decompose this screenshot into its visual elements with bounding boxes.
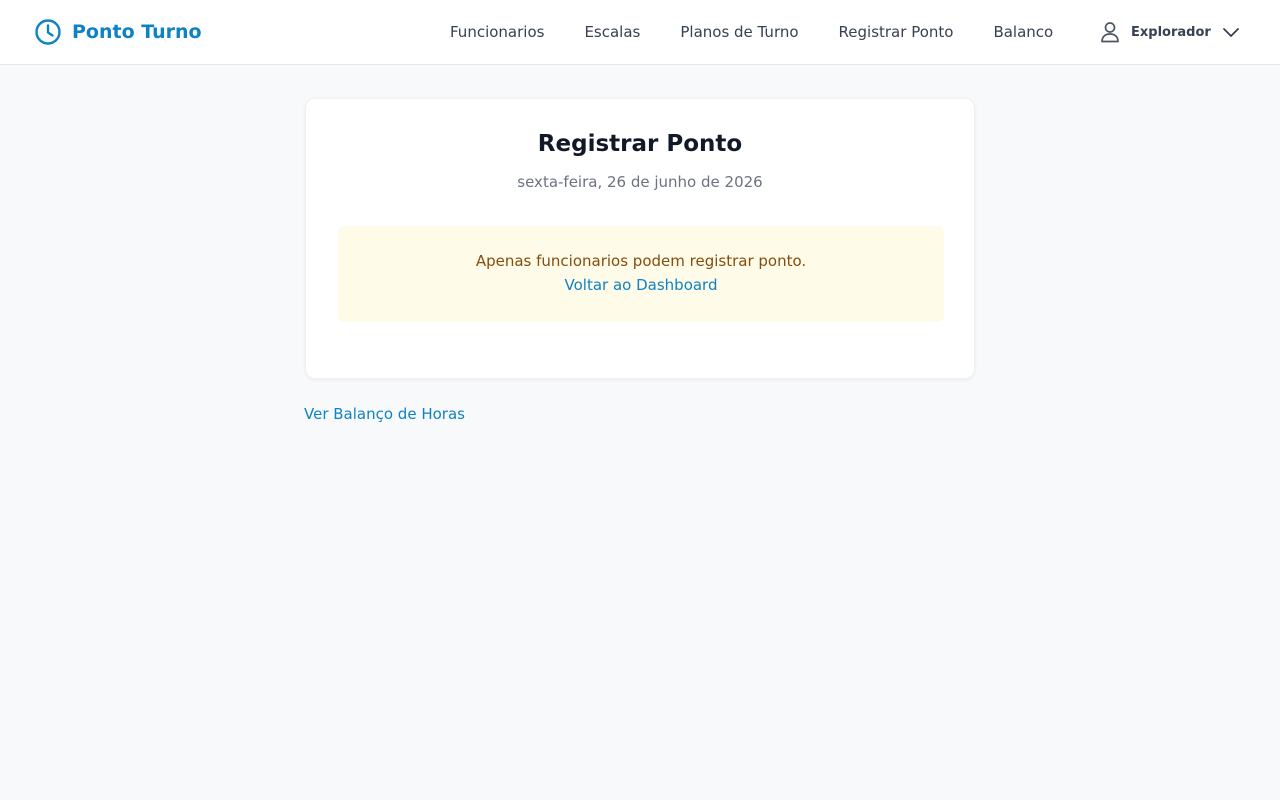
nav-item-escalas[interactable]: Escalas	[584, 20, 640, 44]
nav-item-registrar-ponto[interactable]: Registrar Ponto	[839, 20, 954, 44]
nav-item-funcionarios[interactable]: Funcionarios	[450, 20, 544, 44]
clock-icon	[35, 19, 61, 45]
register-punch-card: Registrar Ponto sexta-feira, 26 de junho…	[305, 98, 975, 379]
warning-notice: Apenas funcionarios podem registrar pont…	[338, 226, 944, 322]
user-menu-button[interactable]: Explorador	[1100, 20, 1240, 44]
view-hours-balance-link[interactable]: Ver Balanço de Horas	[304, 405, 465, 423]
chevron-down-icon	[1222, 28, 1239, 37]
nav-item-balanco[interactable]: Balanco	[993, 20, 1053, 44]
top-navigation-bar: Ponto Turno Funcionarios Escalas Planos …	[0, 0, 1280, 65]
page-title: Registrar Ponto	[537, 131, 743, 157]
back-to-dashboard-row: Voltar ao Dashboard	[338, 276, 944, 294]
nav-item-planos-de-turno[interactable]: Planos de Turno	[680, 20, 798, 44]
brand-name: Ponto Turno	[72, 21, 202, 43]
main-nav: Funcionarios Escalas Planos de Turno Reg…	[450, 20, 1053, 44]
brand-logo-link[interactable]: Ponto Turno	[34, 17, 202, 47]
back-to-dashboard-link[interactable]: Voltar ao Dashboard	[565, 276, 718, 294]
current-date: sexta-feira, 26 de junho de 2026	[517, 173, 763, 191]
warning-message: Apenas funcionarios podem registrar pont…	[475, 252, 807, 270]
user-name: Explorador	[1131, 24, 1211, 40]
user-icon	[1101, 22, 1119, 43]
